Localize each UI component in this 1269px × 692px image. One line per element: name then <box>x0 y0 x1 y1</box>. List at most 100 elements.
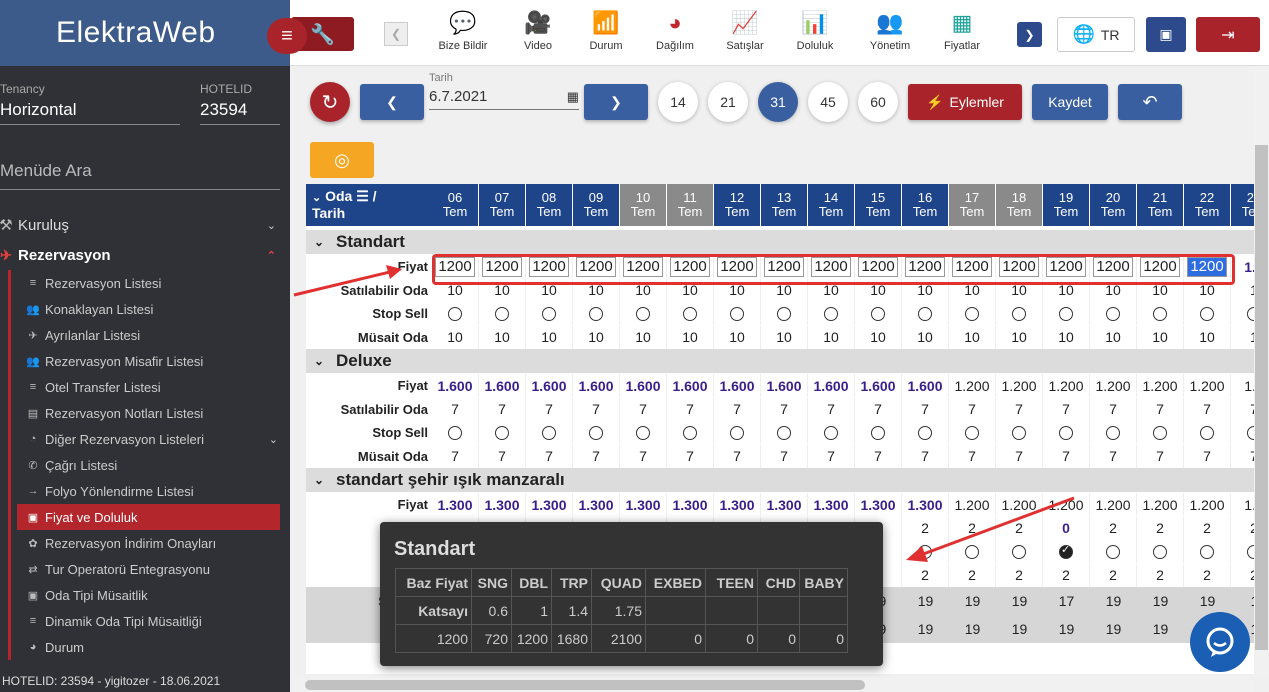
language-button[interactable]: 🌐 TR <box>1057 17 1135 52</box>
grid-cell[interactable] <box>667 421 714 444</box>
menu-item-oda-tipi-musaitlik[interactable]: ▣ Oda Tipi Müsaitlik <box>11 582 290 608</box>
stop-sell-radio[interactable] <box>777 425 791 440</box>
grid-cell[interactable] <box>1137 421 1184 444</box>
date-header-cell[interactable]: 16 Tem <box>902 184 949 226</box>
stop-sell-radio[interactable] <box>1247 544 1254 559</box>
grid-cell[interactable] <box>1090 421 1137 444</box>
stop-sell-radio[interactable] <box>1153 544 1167 559</box>
hamburger-menu-button[interactable]: ≡ <box>267 18 307 54</box>
actions-button[interactable]: ⚡ Eylemler <box>908 84 1022 120</box>
grid-cell[interactable] <box>479 421 526 444</box>
nav-prev-button[interactable]: ❮ <box>384 22 408 46</box>
grid-cell[interactable] <box>1090 540 1137 563</box>
horizontal-scroll-thumb[interactable] <box>305 680 865 690</box>
grid-cell[interactable] <box>761 302 808 325</box>
nav-pie-chart[interactable]: ◕ Dağılım <box>640 6 710 52</box>
nav-video-camera[interactable]: 🎥 Video <box>503 6 573 52</box>
menu-rezervasyon[interactable]: ✈ Rezervasyon ⌃ <box>0 240 290 270</box>
grid-cell[interactable] <box>526 421 573 444</box>
menu-item-rezervasyon-misafir-listesi[interactable]: 👥 Rezervasyon Misafir Listesi <box>11 348 290 374</box>
nav-chat-bubble[interactable]: 💬 Bize Bildir <box>428 6 498 52</box>
stop-sell-radio[interactable] <box>1012 544 1026 559</box>
stop-sell-radio[interactable] <box>965 544 979 559</box>
stop-sell-radio[interactable] <box>1153 306 1167 321</box>
refresh-button[interactable]: ↻ <box>310 82 350 122</box>
day-range-button-14[interactable]: 14 <box>658 82 698 122</box>
stop-sell-radio[interactable] <box>1200 544 1214 559</box>
menu-item-konaklayan-listesi[interactable]: 👥 Konaklayan Listesi <box>11 296 290 322</box>
stop-sell-radio[interactable] <box>965 306 979 321</box>
grid-cell[interactable] <box>714 421 761 444</box>
stop-sell-radio[interactable] <box>448 425 462 440</box>
grid-cell[interactable] <box>949 421 996 444</box>
nav-users[interactable]: 👥 Yönetim <box>855 6 925 52</box>
stop-sell-radio[interactable] <box>636 425 650 440</box>
date-header-cell[interactable]: 18 Tem <box>996 184 1043 226</box>
stop-sell-radio[interactable] <box>636 306 650 321</box>
grid-cell[interactable] <box>432 421 479 444</box>
grid-cell[interactable] <box>620 421 667 444</box>
nav-bar-chart[interactable]: 📊 Doluluk <box>780 6 850 52</box>
stop-sell-radio[interactable] <box>1106 306 1120 321</box>
menu-item-durum[interactable]: ◕ Durum <box>11 634 290 660</box>
grid-cell[interactable] <box>1137 302 1184 325</box>
date-header-cell[interactable]: 09 Tem <box>573 184 620 226</box>
stop-sell-radio[interactable] <box>1106 544 1120 559</box>
grid-cell[interactable] <box>949 540 996 563</box>
grid-cell[interactable] <box>949 302 996 325</box>
day-range-button-60[interactable]: 60 <box>858 82 898 122</box>
save-button[interactable]: Kaydet <box>1032 84 1108 120</box>
grid-cell[interactable] <box>573 302 620 325</box>
date-header-cell[interactable]: 19 Tem <box>1043 184 1090 226</box>
grid-cell[interactable] <box>808 421 855 444</box>
room-type-section[interactable]: ⌄ Standart <box>306 230 1254 254</box>
stop-sell-radio[interactable] <box>1247 306 1254 321</box>
grid-cell[interactable] <box>573 421 620 444</box>
menu-item-ayrilanlar-listesi[interactable]: ✈ Ayrılanlar Listesi <box>11 322 290 348</box>
stop-sell-radio[interactable] <box>448 306 462 321</box>
menu-item-rezervasyon-indirim-onaylari[interactable]: ✿ Rezervasyon İndirim Onayları <box>11 530 290 556</box>
grid-cell[interactable] <box>1184 540 1231 563</box>
day-range-button-21[interactable]: 21 <box>708 82 748 122</box>
grid-cell[interactable] <box>1137 540 1184 563</box>
grid-cell[interactable] <box>1231 540 1254 563</box>
stop-sell-radio[interactable] <box>542 425 556 440</box>
stop-sell-radio[interactable] <box>495 425 509 440</box>
tenancy-field[interactable]: Tenancy Horizontal <box>0 82 180 125</box>
date-header-cell[interactable]: 06 Tem <box>432 184 479 226</box>
menu-item-cagri-listesi[interactable]: ✆ Çağrı Listesi <box>11 452 290 478</box>
menu-item-tur-operatoru-entegrasyonu[interactable]: ⇄ Tur Operatorü Entegrasyonu <box>11 556 290 582</box>
grid-cell[interactable] <box>1184 302 1231 325</box>
grid-cell[interactable] <box>479 302 526 325</box>
grid-cell[interactable] <box>1184 421 1231 444</box>
chat-widget-button[interactable] <box>1190 612 1250 672</box>
stop-sell-radio[interactable] <box>1059 306 1073 321</box>
grid-cell[interactable] <box>432 302 479 325</box>
date-header-cell[interactable]: 15 Tem <box>855 184 902 226</box>
room-type-section[interactable]: ⌄ Deluxe <box>306 349 1254 373</box>
stop-sell-radio[interactable] <box>824 425 838 440</box>
nav-wifi[interactable]: 📶 Durum <box>571 6 641 52</box>
date-field[interactable]: Tarih 6.7.2021 ▦ <box>429 72 579 110</box>
stop-sell-radio[interactable] <box>1247 425 1254 440</box>
stop-sell-radio[interactable] <box>1012 425 1026 440</box>
date-header-cell[interactable]: 10 Tem <box>620 184 667 226</box>
grid-cell[interactable] <box>902 302 949 325</box>
stop-sell-radio[interactable] <box>1059 543 1073 559</box>
date-header-cell[interactable]: 20 Tem <box>1090 184 1137 226</box>
chevron-down-icon[interactable]: ⌄ <box>314 473 324 487</box>
grid-cell[interactable] <box>996 540 1043 563</box>
stop-sell-radio[interactable] <box>871 425 885 440</box>
menu-item-diger-rezervasyon-listeleri[interactable]: ◔ Diğer Rezervasyon Listeleri ⌄ <box>11 426 290 452</box>
stop-sell-radio[interactable] <box>1200 306 1214 321</box>
grid-cell[interactable] <box>714 302 761 325</box>
sort-icon[interactable]: ☰ / <box>356 188 376 204</box>
stop-sell-radio[interactable] <box>918 544 932 559</box>
grid-cell[interactable] <box>620 302 667 325</box>
stop-sell-radio[interactable] <box>1059 425 1073 440</box>
stop-sell-radio[interactable] <box>1153 425 1167 440</box>
radar-button[interactable]: ◎ <box>310 142 374 178</box>
stop-sell-radio[interactable] <box>777 306 791 321</box>
chevron-down-icon[interactable]: ⌄ <box>314 354 324 368</box>
date-header-cell[interactable]: 08 Tem <box>526 184 573 226</box>
